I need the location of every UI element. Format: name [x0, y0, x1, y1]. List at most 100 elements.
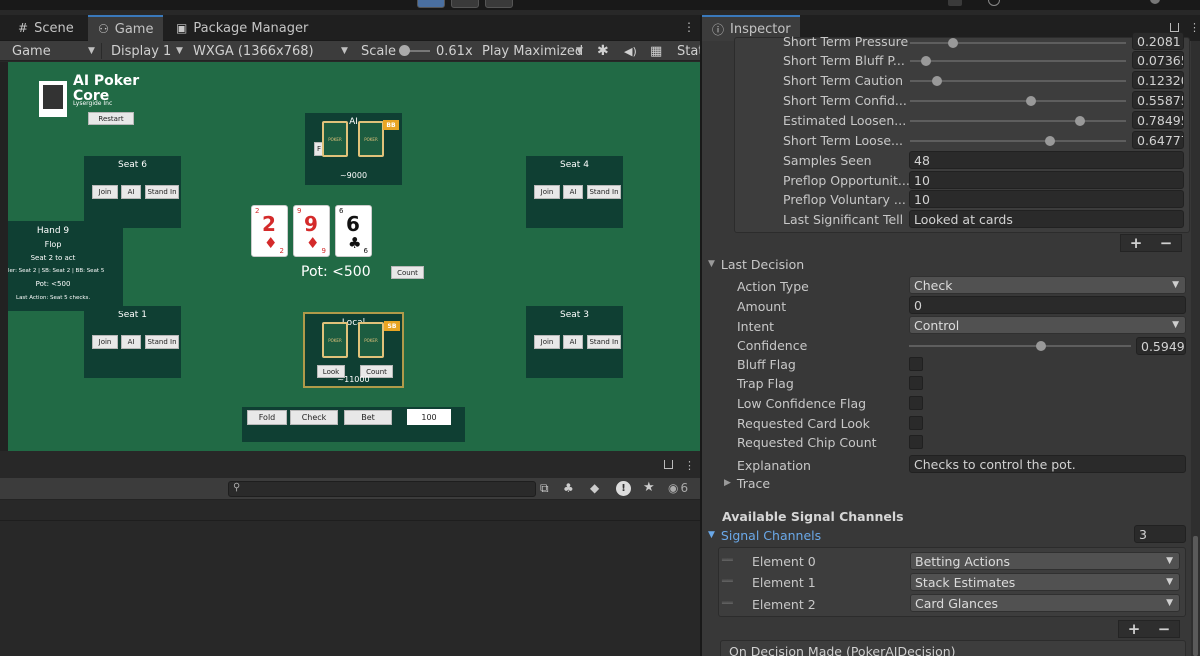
slider-handle[interactable]: [1025, 96, 1036, 106]
confidence-slider-handle[interactable]: [1036, 341, 1047, 351]
element-2-dropdown[interactable]: Card Glances ▼: [910, 594, 1180, 612]
star-icon[interactable]: ★: [643, 480, 655, 495]
scale-slider-handle[interactable]: [399, 45, 410, 56]
fold-button[interactable]: Fold: [247, 410, 287, 425]
step-button[interactable]: [485, 0, 513, 8]
slider-track[interactable]: [910, 140, 1126, 142]
remove-element-button[interactable]: −: [1160, 234, 1173, 252]
more-menu-icon[interactable]: ⋮: [1189, 21, 1200, 34]
stand-in-button[interactable]: Stand In: [145, 335, 179, 349]
stand-in-button[interactable]: Stand In: [587, 185, 621, 199]
signal-channels-foldout[interactable]: ▼ Signal Channels: [708, 525, 821, 545]
slider-value-field[interactable]: 0.07365: [1132, 51, 1184, 69]
slider-handle[interactable]: [1074, 116, 1085, 126]
console-search-input[interactable]: ⚲: [228, 481, 536, 497]
drag-handle-icon[interactable]: ══: [722, 556, 733, 566]
tab-package-manager[interactable]: ▣ Package Manager: [166, 15, 318, 41]
intent-dropdown[interactable]: Control ▼: [909, 316, 1186, 334]
add-signal-channel-button[interactable]: +: [1128, 620, 1141, 638]
tab-game[interactable]: ⚇ Game: [88, 15, 164, 41]
last-decision-foldout[interactable]: ▼ Last Decision: [708, 254, 804, 274]
collapse-icon[interactable]: ⧉: [540, 481, 549, 496]
display-dropdown[interactable]: Display 1 ▼: [111, 41, 187, 61]
tag-icon[interactable]: ◆: [590, 481, 599, 495]
ai-button[interactable]: AI: [563, 185, 583, 199]
view-mode-dropdown[interactable]: Game ▼: [12, 41, 98, 61]
low-confidence-flag-checkbox[interactable]: [909, 396, 923, 410]
slider-track[interactable]: [910, 120, 1126, 122]
inspector-scrollbar-thumb[interactable]: [1193, 536, 1198, 656]
bluff-flag-checkbox[interactable]: [909, 357, 923, 371]
bet-button[interactable]: Bet: [344, 410, 392, 425]
last-tell-field[interactable]: Looked at cards: [909, 210, 1184, 228]
lock-icon[interactable]: [1170, 23, 1179, 32]
element-1-dropdown[interactable]: Stack Estimates ▼: [910, 573, 1180, 591]
scale-value: 0.61x: [436, 43, 473, 59]
bet-amount-input[interactable]: 100: [407, 409, 451, 425]
warning-icon[interactable]: !: [616, 481, 631, 496]
pot-label: Pot: <500: [301, 264, 371, 280]
resolution-dropdown[interactable]: WXGA (1366x768) ▼: [193, 41, 353, 61]
slider-handle[interactable]: [1044, 136, 1055, 146]
action-type-dropdown[interactable]: Check ▼: [909, 276, 1186, 294]
check-button[interactable]: Check: [290, 410, 338, 425]
visibility-toggle[interactable]: ◉ 6: [668, 481, 688, 495]
stand-in-button[interactable]: Stand In: [145, 185, 179, 199]
lock-icon[interactable]: [664, 460, 673, 469]
search-icon: ⚲: [233, 482, 241, 493]
keyboard-icon[interactable]: ▦: [650, 41, 662, 61]
slider-value-field[interactable]: 0.12320: [1132, 71, 1184, 89]
slider-track[interactable]: [910, 42, 1126, 44]
drag-handle-icon[interactable]: ══: [722, 599, 733, 609]
ai-button[interactable]: AI: [121, 335, 141, 349]
bug-icon[interactable]: ✱: [597, 41, 609, 61]
slider-value-field[interactable]: 0.64777: [1132, 131, 1184, 149]
tab-scene[interactable]: # Scene: [8, 15, 84, 41]
add-element-button[interactable]: +: [1130, 234, 1143, 252]
confidence-value-field[interactable]: 0.59495: [1136, 337, 1186, 355]
slider-track[interactable]: [910, 80, 1126, 82]
remove-signal-channel-button[interactable]: −: [1158, 620, 1171, 638]
preflop-voluntary-field[interactable]: 10: [909, 190, 1184, 208]
package-icon: ▣: [176, 21, 188, 35]
slider-value-field[interactable]: 0.55875: [1132, 91, 1184, 109]
requested-chip-count-checkbox[interactable]: [909, 435, 923, 449]
pause-button[interactable]: [451, 0, 479, 8]
join-button[interactable]: Join: [92, 335, 118, 349]
ai-button[interactable]: AI: [121, 185, 141, 199]
gamepad-icon: ⚇: [98, 22, 109, 36]
signal-list-add-remove: + −: [1118, 620, 1180, 638]
count-pot-button[interactable]: Count: [391, 266, 424, 279]
trace-foldout[interactable]: ▶ Trace: [724, 473, 770, 493]
ai-button[interactable]: AI: [563, 335, 583, 349]
trap-flag-checkbox[interactable]: [909, 376, 923, 390]
play-button[interactable]: [417, 0, 445, 8]
slider-handle[interactable]: [931, 76, 942, 86]
signal-channels-size-field[interactable]: 3: [1134, 525, 1186, 543]
join-button[interactable]: Join: [92, 185, 118, 199]
element-0-dropdown[interactable]: Betting Actions ▼: [910, 552, 1180, 570]
join-button[interactable]: Join: [534, 335, 560, 349]
confidence-slider-track[interactable]: [909, 345, 1131, 347]
requested-card-look-checkbox[interactable]: [909, 416, 923, 430]
play-mode-dropdown[interactable]: Play Maximized ▼: [482, 41, 586, 61]
speaker-icon[interactable]: ◀): [624, 41, 637, 61]
join-button[interactable]: Join: [534, 185, 560, 199]
drag-handle-icon[interactable]: ══: [722, 577, 733, 587]
stand-in-button[interactable]: Stand In: [587, 335, 621, 349]
slider-track[interactable]: [910, 60, 1126, 62]
explanation-field[interactable]: Checks to control the pot.: [909, 455, 1186, 473]
preflop-opportunities-field[interactable]: 10: [909, 171, 1184, 189]
samples-seen-field[interactable]: 48: [909, 151, 1184, 169]
seat-label: Seat 1: [118, 310, 147, 320]
shapes-icon[interactable]: ♣: [563, 481, 574, 495]
slider-value-field[interactable]: 0.2081: [1132, 32, 1184, 50]
more-menu-icon[interactable]: ⋮: [684, 459, 695, 472]
more-menu-icon[interactable]: ⋮: [683, 20, 695, 34]
amount-field[interactable]: 0: [909, 296, 1186, 314]
slider-handle[interactable]: [920, 56, 931, 66]
account-icon[interactable]: [948, 0, 962, 6]
restart-button[interactable]: Restart: [88, 112, 134, 125]
slider-value-field[interactable]: 0.78495: [1132, 111, 1184, 129]
slider-track[interactable]: [910, 100, 1126, 102]
